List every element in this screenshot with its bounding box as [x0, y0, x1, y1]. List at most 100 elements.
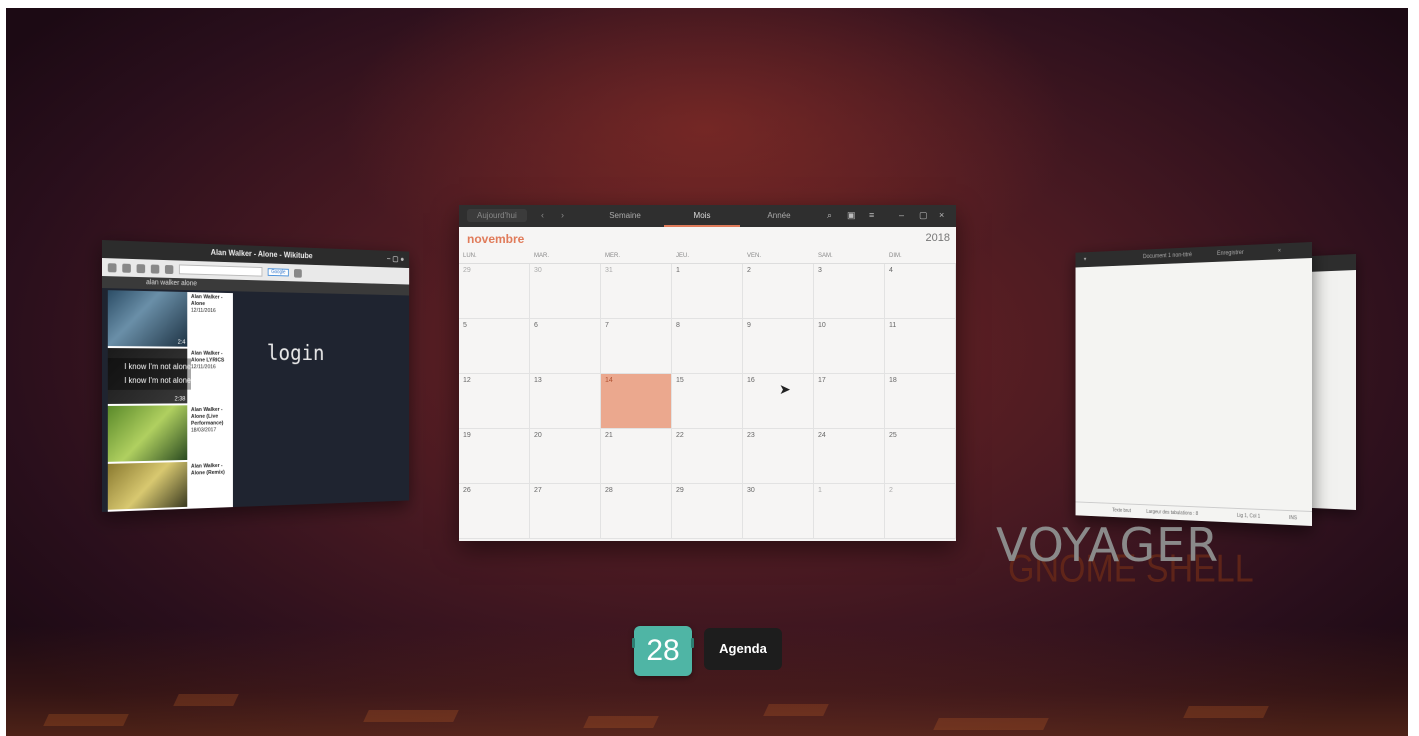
video-list: 2:4 Alan Walker - Alone 12/11/2016 2:38 …	[107, 290, 233, 512]
calendar-day-cell[interactable]: 6	[530, 319, 601, 374]
close-icon[interactable]: ×	[1278, 243, 1281, 259]
calendar-day-cell[interactable]: 31	[601, 264, 672, 319]
video-thumbnail[interactable]: 2:4	[107, 290, 188, 347]
calendar-day-cell[interactable]: 14	[601, 374, 672, 429]
month-grid: 29 30 31 1 2 3 4 5 6 7 8 9 10 11 12 13 14 15 16 17 18 19 20 21 2…	[459, 263, 956, 539]
calendar-day-cell[interactable]: 28	[601, 484, 672, 539]
status-ins: INS	[1289, 515, 1298, 522]
floor-reflection	[43, 714, 129, 726]
calendar-day-cell[interactable]: 5	[459, 319, 530, 374]
maximize-icon[interactable]: ▢	[919, 210, 928, 221]
text-editor-window[interactable]: ▾ Document 1 non-titré Enregistrer × Tex…	[1075, 242, 1312, 526]
next-icon[interactable]: ›	[561, 210, 564, 220]
calendar-day-cell[interactable]: 11	[885, 319, 956, 374]
list-item[interactable]: Alan Walker - Alone (Remix)	[191, 463, 233, 478]
calendar-day-cell[interactable]: 18	[885, 374, 956, 429]
floor-reflection	[763, 704, 829, 716]
calendar-day-cell[interactable]: 15	[672, 374, 743, 429]
previous-icon[interactable]: ‹	[541, 210, 544, 220]
voyager-logo: GNOME SHELL VOYAGER	[996, 518, 1256, 591]
video-duration: 2:4	[177, 339, 186, 346]
list-item[interactable]: Alan Walker - Alone 12/11/2016	[191, 294, 233, 315]
url-field[interactable]	[178, 264, 263, 277]
minimize-icon[interactable]: –	[899, 210, 904, 220]
calendar-day-cell[interactable]: 24	[814, 429, 885, 484]
calendar-day-cell[interactable]: 1	[672, 264, 743, 319]
video-meta: 18/03/2017	[190, 427, 217, 434]
calendar-day-cell[interactable]: 10	[814, 319, 885, 374]
window-controls-icon[interactable]: – ▢ ●	[387, 251, 404, 268]
video-meta: 12/11/2016	[190, 364, 216, 371]
calendar-day-cell[interactable]: 9	[743, 319, 814, 374]
weekday-label: JEU.	[676, 253, 690, 259]
weekday-header: LUN. MAR. MER. JEU. VEN. SAM. DIM.	[459, 249, 956, 263]
search-icon[interactable]	[294, 268, 302, 278]
calendar-day-cell[interactable]: 12	[459, 374, 530, 429]
today-button[interactable]: Aujourd'hui	[467, 209, 527, 222]
open-icon[interactable]: ▾	[1084, 252, 1086, 267]
calendar-day-cell[interactable]: 1	[814, 484, 885, 539]
lyrics-line: I know I'm not alone	[124, 376, 191, 385]
calendar-day-cell[interactable]: 19	[459, 429, 530, 484]
video-duration: 2:38	[174, 396, 186, 403]
agenda-app-icon[interactable]: 28	[632, 626, 694, 676]
move-icon[interactable]	[164, 264, 174, 274]
calendar-day-cell[interactable]: 8	[672, 319, 743, 374]
calendar-day-cell[interactable]: 26	[459, 484, 530, 539]
calendar-day-cell[interactable]: 4	[885, 264, 956, 319]
lyrics-line: I know I'm not alone	[124, 362, 191, 372]
close-icon[interactable]: ×	[939, 210, 944, 220]
grid-icon[interactable]	[136, 263, 146, 273]
calendar-day-cell[interactable]: 3	[814, 264, 885, 319]
calendar-headerbar: Aujourd'hui ‹ › Semaine Mois Année ⌕ ▣ ≡…	[459, 205, 956, 227]
calendar-day-cell[interactable]: 20	[530, 429, 601, 484]
video-thumbnail[interactable]	[107, 461, 188, 510]
calendar-day-cell[interactable]: 7	[601, 319, 672, 374]
calendar-day-cell[interactable]: 2	[885, 484, 956, 539]
tab-year[interactable]: Année	[741, 205, 817, 227]
weekday-label: LUN.	[463, 253, 477, 259]
calendar-day-cell[interactable]: 30	[530, 264, 601, 319]
calendar-day-cell[interactable]: 27	[530, 484, 601, 539]
calendar-day-cell[interactable]: 13	[530, 374, 601, 429]
tab-month[interactable]: Mois	[664, 205, 740, 227]
desktop-background: Alan Walker - Alone - Wikitube – ▢ ● Goo…	[6, 8, 1408, 736]
calendar-day-cell[interactable]: 30	[743, 484, 814, 539]
calendar-day-cell[interactable]: 2	[743, 264, 814, 319]
browser-window[interactable]: Alan Walker - Alone - Wikitube – ▢ ● Goo…	[102, 240, 410, 512]
floor-reflection	[1183, 706, 1269, 718]
list-item[interactable]: Alan Walker - Alone (Live Performance) 1…	[191, 407, 233, 435]
video-meta: 12/11/2016	[190, 307, 216, 315]
video-title: Alan Walker - Alone LYRICS	[190, 350, 225, 364]
calendar-day-cell[interactable]: 17	[814, 374, 885, 429]
app-name-label: Agenda	[704, 628, 782, 670]
calendar-day-cell[interactable]: 23	[743, 429, 814, 484]
search-icon[interactable]: ⌕	[827, 210, 832, 221]
tab-week[interactable]: Semaine	[587, 205, 663, 227]
voyager-text: VOYAGER	[996, 518, 1220, 572]
menu-icon[interactable]	[122, 263, 131, 273]
calendar-day-cell[interactable]: 25	[885, 429, 956, 484]
calendar-day-cell[interactable]: 29	[672, 484, 743, 539]
calendar-day-cell[interactable]: 22	[672, 429, 743, 484]
list-item[interactable]: Alan Walker - Alone LYRICS 12/11/2016	[191, 351, 233, 372]
floor-reflection	[933, 718, 1049, 730]
status-mode[interactable]: Texte brut	[1112, 504, 1131, 518]
save-button[interactable]: Enregistrer	[1217, 245, 1244, 262]
calendar-day-cell[interactable]: 29	[459, 264, 530, 319]
login-text: login	[266, 341, 325, 366]
video-title: Alan Walker - Alone (Live Performance)	[190, 406, 224, 427]
calendar-icon[interactable]: ▣	[847, 210, 856, 221]
video-icon[interactable]	[150, 264, 160, 274]
calendar-window[interactable]: Aujourd'hui ‹ › Semaine Mois Année ⌕ ▣ ≡…	[459, 205, 956, 541]
back-icon[interactable]	[107, 262, 117, 272]
weekday-label: DIM.	[889, 253, 902, 259]
calendar-day-cell[interactable]: 21	[601, 429, 672, 484]
floor-reflection	[583, 716, 659, 728]
menu-icon[interactable]: ≡	[869, 210, 874, 220]
floor-reflection	[173, 694, 239, 706]
video-thumbnail[interactable]	[107, 405, 188, 462]
video-title: Alan Walker - Alone (Remix)	[190, 462, 225, 477]
search-button[interactable]: Google	[267, 268, 289, 277]
month-bar: novembre 2018	[459, 227, 956, 249]
